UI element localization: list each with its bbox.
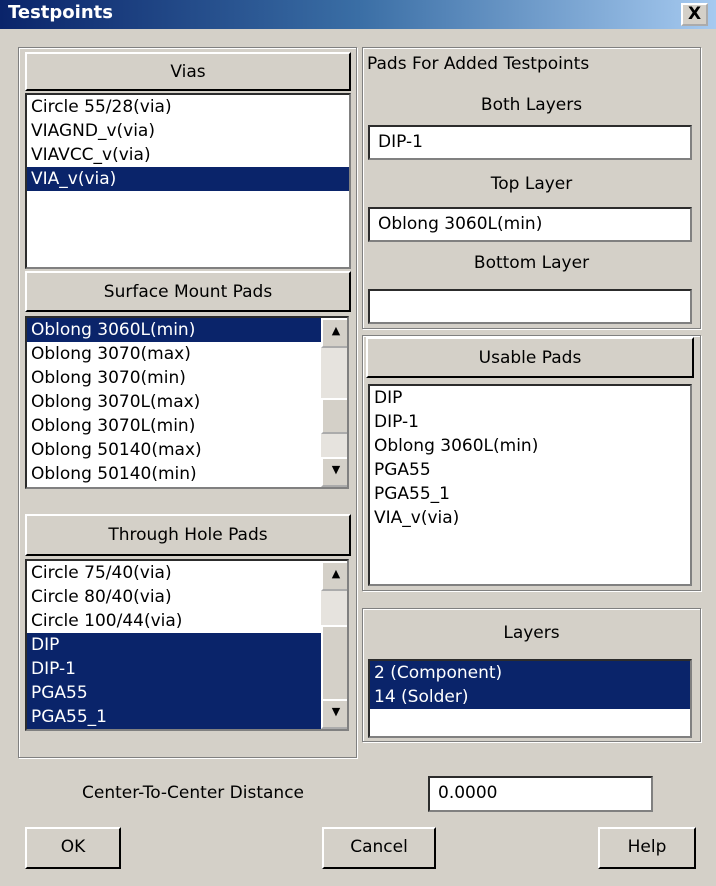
layers-list[interactable]: 2 (Component) 14 (Solder) xyxy=(368,659,692,738)
vias-header[interactable]: Vias xyxy=(25,52,351,91)
list-item[interactable]: Oblong 3070(min) xyxy=(27,366,321,390)
list-item[interactable]: Oblong 3060L(min) xyxy=(370,434,690,458)
list-item[interactable]: Circle 80/40(via) xyxy=(27,585,321,609)
list-item[interactable]: Circle 75/40(via) xyxy=(27,561,321,585)
usable-pads-list[interactable]: DIP DIP-1 Oblong 3060L(min) PGA55 PGA55_1 VIA… xyxy=(368,384,692,586)
through-hole-list[interactable]: Circle 75/40(via) Circle 80/40(via) Circle… xyxy=(25,559,349,731)
list-item[interactable]: 2 (Component) xyxy=(370,661,690,685)
list-item[interactable]: Oblong 3070(max) xyxy=(27,342,321,366)
scroll-up-icon[interactable]: ▲ xyxy=(321,561,347,591)
list-item[interactable]: VIA_v(via) xyxy=(27,167,349,191)
list-item[interactable]: DIP xyxy=(27,633,321,657)
list-item[interactable]: Oblong 3070L(min) xyxy=(27,414,321,438)
scrollbar[interactable]: ▲ ▼ xyxy=(321,561,347,729)
close-button[interactable]: X xyxy=(681,3,708,26)
scroll-up-icon[interactable]: ▲ xyxy=(321,318,347,348)
layers-header: Layers xyxy=(503,623,560,643)
both-layers-field[interactable]: DIP-1 xyxy=(368,125,692,160)
list-item[interactable]: VIAGND_v(via) xyxy=(27,119,349,143)
scroll-thumb[interactable] xyxy=(321,625,347,709)
pads-added-title: Pads For Added Testpoints xyxy=(367,54,590,74)
help-button[interactable]: Help xyxy=(598,827,696,869)
scroll-down-icon[interactable]: ▼ xyxy=(321,699,347,729)
vias-list[interactable]: Circle 55/28(via) VIAGND_v(via) VIAVCC_v(v… xyxy=(25,93,351,269)
ok-button[interactable]: OK xyxy=(25,827,121,869)
smd-pads-list[interactable]: Oblong 3060L(min) Oblong 3070(max) Oblong … xyxy=(25,316,349,489)
cancel-button[interactable]: Cancel xyxy=(322,827,436,869)
list-item[interactable]: VIA_v(via) xyxy=(370,506,690,530)
top-layer-field[interactable]: Oblong 3060L(min) xyxy=(368,207,692,242)
list-item[interactable]: DIP-1 xyxy=(370,410,690,434)
scroll-down-icon[interactable]: ▼ xyxy=(321,457,347,487)
list-item[interactable]: Oblong 3070L(max) xyxy=(27,390,321,414)
list-item[interactable]: 14 (Solder) xyxy=(370,685,690,709)
list-item[interactable]: PGA55 xyxy=(27,681,321,705)
bottom-layer-field[interactable] xyxy=(368,289,692,324)
through-hole-header[interactable]: Through Hole Pads xyxy=(25,514,351,556)
list-item[interactable]: Circle 55/28(via) xyxy=(27,95,349,119)
list-item[interactable]: PGA55_1 xyxy=(27,705,321,729)
list-item[interactable]: PGA55 xyxy=(370,458,690,482)
bottom-layer-label: Bottom Layer xyxy=(473,253,590,273)
smd-pads-header[interactable]: Surface Mount Pads xyxy=(25,271,351,312)
usable-pads-header[interactable]: Usable Pads xyxy=(366,337,694,378)
scroll-thumb[interactable] xyxy=(321,398,347,434)
list-item[interactable]: DIP xyxy=(370,386,690,410)
list-item[interactable]: Circle 100/44(via) xyxy=(27,609,321,633)
list-item[interactable]: PGA55_1 xyxy=(370,482,690,506)
both-layers-label: Both Layers xyxy=(480,95,583,115)
scrollbar[interactable]: ▲ ▼ xyxy=(321,318,347,487)
list-item[interactable]: Oblong 50140(max) xyxy=(27,438,321,462)
distance-label: Center-To-Center Distance xyxy=(82,783,305,803)
window-title: Testpoints xyxy=(8,2,113,23)
top-layer-label: Top Layer xyxy=(490,174,573,194)
distance-field[interactable]: 0.0000 xyxy=(428,776,653,812)
list-item[interactable]: DIP-1 xyxy=(27,657,321,681)
list-item[interactable]: VIAVCC_v(via) xyxy=(27,143,349,167)
list-item[interactable]: Oblong 50140(min) xyxy=(27,462,321,486)
list-item[interactable]: Oblong 3060L(min) xyxy=(27,318,321,342)
